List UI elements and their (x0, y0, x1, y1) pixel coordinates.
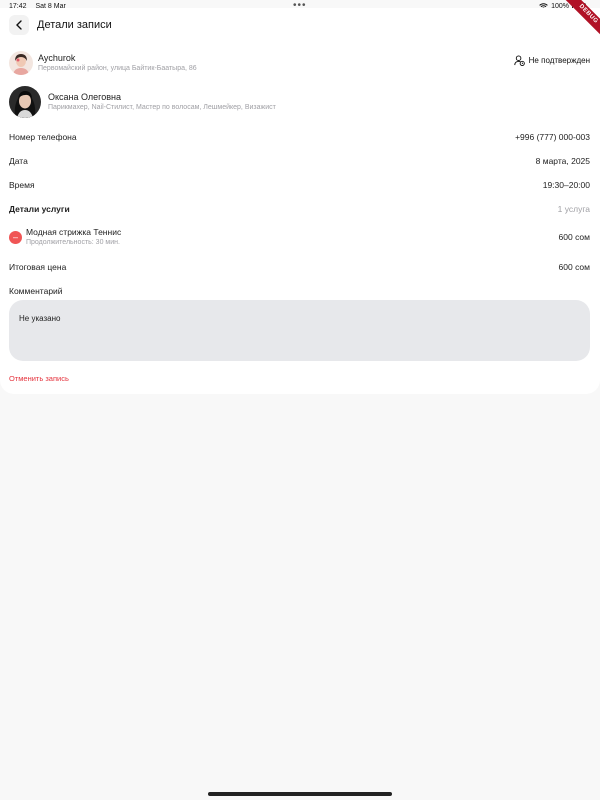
time-value: 19:30–20:00 (542, 180, 590, 190)
cancel-appointment-button[interactable]: Отменить запись (9, 374, 69, 383)
service-details-row: Детали услуги 1 услуга (9, 202, 590, 216)
time-label: Время (9, 180, 35, 190)
client-address: Первомайский район, улица Байтик-Баатыра… (38, 64, 197, 72)
phone-label: Номер телефона (9, 132, 77, 142)
header: Детали записи (9, 14, 112, 36)
date-value: 8 марта, 2025 (535, 156, 590, 166)
appointment-card: Детали записи Aychurok Первомайский райо… (0, 8, 600, 394)
user-clock-icon (513, 55, 525, 66)
client-name: Aychurok (38, 52, 76, 63)
service-item: – Модная стрижка Теннис Продолжительност… (9, 227, 590, 249)
back-button[interactable] (9, 15, 29, 35)
client-avatar (9, 51, 33, 75)
master-avatar (9, 86, 41, 118)
phone-value[interactable]: +996 (777) 000-003 (515, 132, 590, 142)
total-label: Итоговая цена (9, 262, 67, 272)
date-row: Дата 8 марта, 2025 (9, 154, 590, 168)
date-label: Дата (9, 156, 28, 166)
master-info: Оксана Олеговна Парикмахер, Nail-Стилист… (48, 92, 276, 113)
client-info: Aychurok Первомайский район, улица Байти… (38, 53, 197, 74)
confirmation-status-text: Не подтвержден (528, 56, 590, 65)
chevron-left-icon (16, 20, 22, 30)
master-row: Оксана Олеговна Парикмахер, Nail-Стилист… (9, 86, 276, 118)
service-title: Модная стрижка Теннис (26, 227, 122, 237)
confirmation-status: Не подтвержден (513, 55, 590, 66)
master-specialties: Парикмахер, Nail-Стилист, Мастер по воло… (48, 103, 276, 111)
page-title: Детали записи (37, 19, 112, 31)
master-name: Оксана Олеговна (48, 91, 122, 102)
comment-text: Не указано (19, 314, 61, 323)
home-indicator[interactable] (208, 792, 392, 796)
comment-label: Комментарий (9, 286, 63, 296)
service-details-label: Детали услуги (9, 204, 70, 214)
total-row: Итоговая цена 600 сом (9, 260, 590, 274)
service-price: 600 сом (558, 232, 590, 242)
service-count: 1 услуга (557, 204, 590, 214)
comment-box: Не указано (9, 300, 590, 361)
total-value: 600 сом (558, 262, 590, 272)
phone-row: Номер телефона +996 (777) 000-003 (9, 130, 590, 144)
client-row: Aychurok Первомайский район, улица Байти… (9, 51, 197, 75)
time-row: Время 19:30–20:00 (9, 178, 590, 192)
remove-service-button[interactable]: – (9, 231, 22, 244)
service-duration: Продолжительность: 30 мин. (26, 239, 120, 246)
